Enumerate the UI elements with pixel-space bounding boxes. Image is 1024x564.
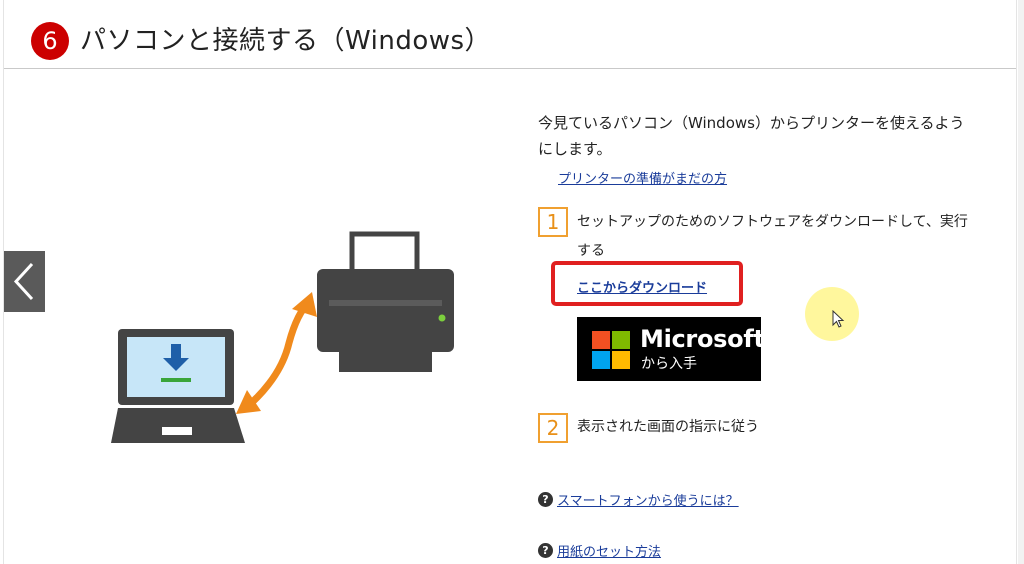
smartphone-help-link[interactable]: スマートフォンから使うには？	[557, 494, 739, 509]
printer-prep-link[interactable]: プリンターの準備がまだの方	[558, 168, 727, 187]
scrollbar[interactable]	[1018, 0, 1024, 564]
step-1-badge: 1	[538, 207, 568, 237]
download-link[interactable]: ここからダウンロード	[577, 277, 707, 296]
double-arrow-icon	[236, 292, 317, 414]
help-link-row-paper[interactable]: ? 用紙のセット方法	[538, 540, 661, 560]
step-2-text: 表示された画面の指示に従う	[577, 419, 759, 435]
question-icon: ?	[538, 492, 553, 507]
printer-icon	[317, 231, 454, 372]
step-number-badge: 6	[31, 22, 69, 60]
microsoft-store-badge[interactable]: Microsoft から入手	[577, 317, 765, 381]
microsoft-logo-icon	[592, 331, 630, 369]
chevron-left-icon	[13, 262, 34, 301]
step-2-badge: 2	[538, 413, 568, 443]
help-link-row-smartphone[interactable]: ? スマートフォンから使うには？	[538, 489, 739, 509]
microsoft-badge-name: Microsoft	[640, 325, 765, 353]
microsoft-badge-sub: から入手	[641, 356, 697, 372]
page-title: パソコンと接続する（Windows）	[80, 26, 492, 56]
page-header: 6 パソコンと接続する（Windows）	[4, 0, 1016, 69]
intro-text: 今見ているパソコン（Windows）からプリンターを使えるようにします。	[538, 114, 965, 158]
mouse-cursor-icon	[832, 310, 845, 328]
question-icon: ?	[538, 543, 553, 558]
paper-setup-link[interactable]: 用紙のセット方法	[557, 545, 661, 560]
step-1-text: セットアップのためのソフトウェアをダウンロードして、実行する	[577, 214, 968, 259]
prev-button[interactable]	[4, 251, 45, 312]
connection-illustration	[111, 231, 454, 443]
